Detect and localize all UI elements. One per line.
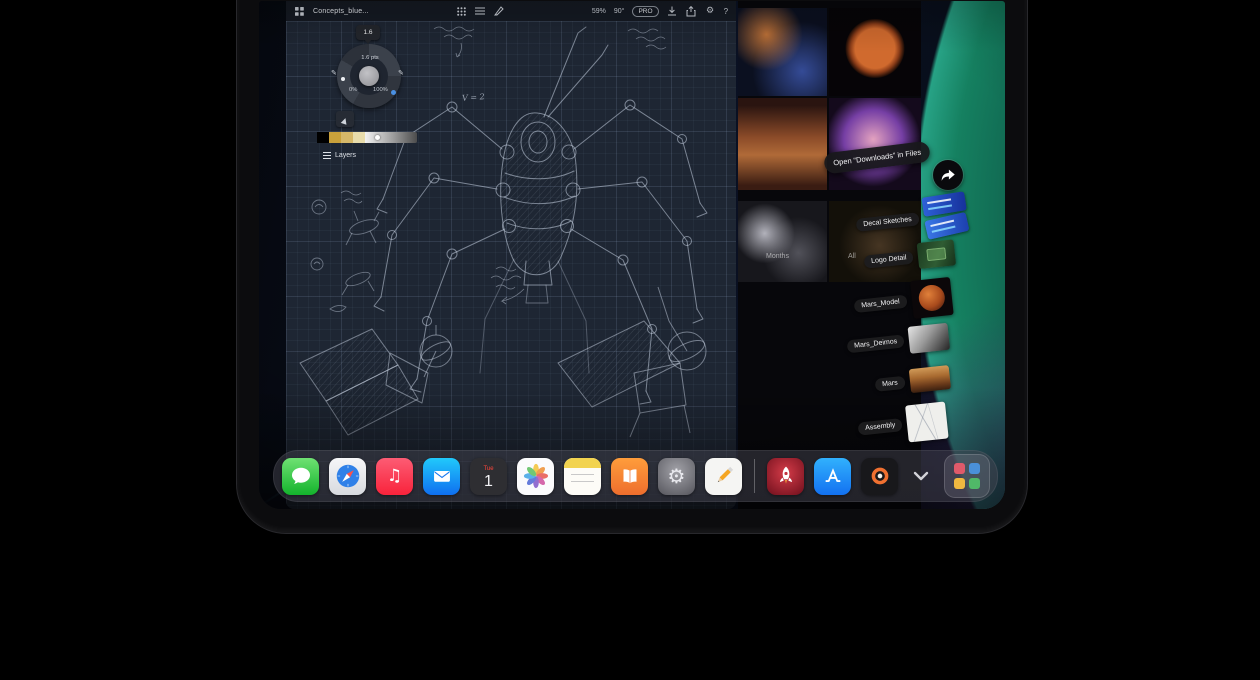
recent-app-tile [954, 478, 965, 489]
drag-thumb-mars-deimos [908, 323, 951, 354]
drag-item[interactable]: Assembly [856, 401, 949, 447]
drag-thumb-assembly [905, 401, 949, 442]
drag-item-label: Mars [875, 375, 906, 391]
drop-action-tooltip: Open “Downloads” in Files [823, 141, 931, 175]
recent-app-tile [969, 463, 980, 474]
recent-app-tile [954, 463, 965, 474]
drag-item-label: Decal Sketches [856, 212, 920, 231]
dock-collapse-chevron-icon[interactable] [908, 463, 934, 489]
drag-item-label: Logo Detail [864, 250, 915, 268]
dock-messages-icon[interactable] [282, 458, 319, 495]
ipad-screen: Concepts_blue... 59% 90° PRO [259, 1, 1005, 509]
drag-item-label: Assembly [858, 418, 903, 436]
drag-thumb-mars-model [909, 277, 953, 319]
dock-appstore-icon[interactable] [814, 458, 851, 495]
dock: ♫ Tue 1 ⚙ [273, 450, 998, 502]
drag-thumb-mars [908, 365, 950, 393]
ipad-device: Concepts_blue... 59% 90° PRO [236, 0, 1028, 534]
drag-drop-layer: Open “Downloads” in Files Decal Sketches… [259, 1, 1005, 509]
drag-item[interactable]: Mars_Deimos [846, 323, 950, 361]
calendar-day: 1 [484, 473, 493, 490]
dock-calendar-icon[interactable]: Tue 1 [470, 458, 507, 495]
recent-apps-folder[interactable] [944, 454, 990, 498]
drag-item[interactable]: Mars_Model [852, 277, 953, 325]
dock-music-icon[interactable]: ♫ [376, 458, 413, 495]
dock-pencil-app-icon[interactable] [705, 458, 742, 495]
drag-item[interactable]: Mars [874, 365, 951, 397]
dock-notes-icon[interactable] [564, 458, 601, 495]
calendar-weekday: Tue [483, 466, 493, 473]
drag-item-label: Mars_Deimos [847, 334, 905, 353]
dock-safari-icon[interactable] [329, 458, 366, 495]
drag-item-label: Mars_Model [854, 294, 908, 312]
forward-arrow-icon [933, 160, 963, 190]
dock-mail-icon[interactable] [423, 458, 460, 495]
dock-photos-icon[interactable] [517, 458, 554, 495]
dock-books-icon[interactable] [611, 458, 648, 495]
dock-browser-app-icon[interactable] [861, 458, 898, 495]
dock-divider [754, 459, 755, 493]
dock-rocket-app-icon[interactable] [767, 458, 804, 495]
recent-app-tile [969, 478, 980, 489]
dock-settings-icon[interactable]: ⚙ [658, 458, 695, 495]
drag-thumb-logo-detail [917, 239, 957, 269]
drag-thumb-decal-sketches [921, 191, 969, 239]
